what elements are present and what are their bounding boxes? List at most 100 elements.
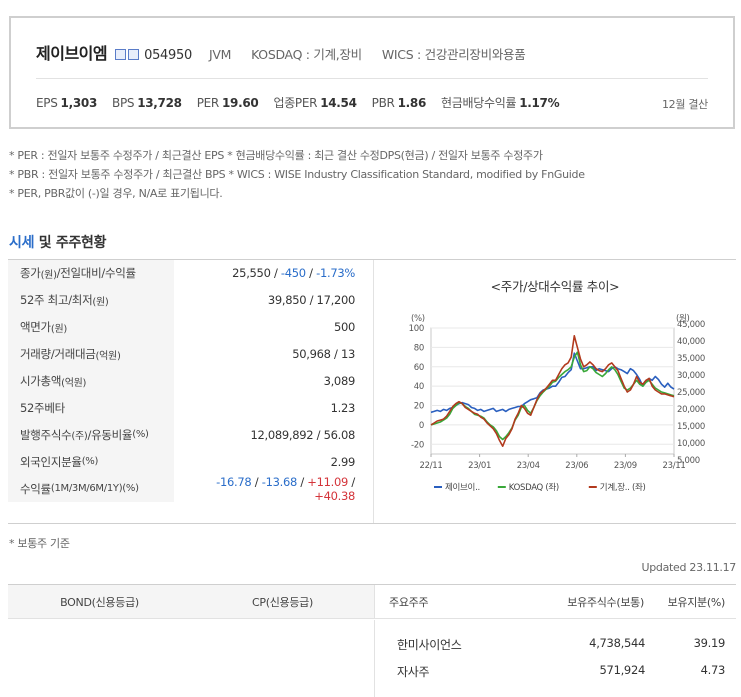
- table-row: 액면가 (원) 500: [8, 313, 373, 341]
- return-3m: -13.68: [261, 474, 298, 489]
- label-unit: (%): [132, 429, 149, 441]
- ratio-label-eps: EPS: [36, 96, 58, 110]
- label-unit: (원): [40, 269, 57, 281]
- price-return-chart[interactable]: 100806040200-2045,00040,00035,00030,0002…: [374, 260, 737, 523]
- ratio-label-pbr: PBR: [371, 96, 395, 110]
- header-holder: 주요주주: [374, 585, 484, 618]
- row-label: 수익률 (1M/3M/6M/1Y)(%): [8, 475, 174, 503]
- holder-shares: 571,924: [599, 663, 646, 677]
- x-tick: 23/06: [565, 461, 588, 471]
- holder-name: 자사주: [397, 665, 430, 679]
- y-left-tick: 40: [414, 382, 424, 392]
- row-value: 25,550 / -450 / -1.73%: [174, 266, 373, 280]
- holder-name: 한미사이언스: [397, 638, 462, 652]
- separator: /: [251, 474, 262, 489]
- table-row: 자사주 571,924 4.73: [375, 663, 736, 680]
- notes: * PER : 전일자 보통주 수정주가 / 최근결산 EPS * 현금배당수익…: [9, 146, 585, 203]
- table-row: 발행주식수 (주)/유동비율 (%) 12,089,892 / 56.08: [8, 421, 373, 449]
- label-unit: (원): [92, 296, 109, 308]
- y-left-tick: 0: [419, 421, 424, 431]
- company-line: 제이브이엠 054950 JVM KOSDAQ : 기계,장비 WICS : 건…: [36, 40, 526, 64]
- row-value: 39,850 / 17,200: [267, 293, 355, 308]
- bond-cp-body: [8, 620, 374, 697]
- separator: /: [348, 474, 355, 489]
- row-value: 50,968 / 13: [292, 347, 355, 362]
- price-section: 종가 (원)/전일대비/수익률 25,550 / -450 / -1.73% 52…: [8, 259, 736, 524]
- header-pct: 보유지분(%): [644, 585, 736, 618]
- label-text: 액면가: [20, 320, 51, 335]
- label-text: 외국인지분율: [20, 454, 82, 469]
- x-tick: 23/09: [614, 461, 637, 471]
- row-value: 2.99: [330, 454, 356, 469]
- label-text: 종가: [20, 266, 41, 281]
- ratio-line: EPS 1,303 BPS 13,728 PER 19.60 업종PER 14.54 P…: [36, 94, 574, 111]
- holder-pct: 4.73: [700, 663, 726, 677]
- label-unit: (원): [50, 323, 67, 335]
- row-label: 52주 최고/최저 (원): [8, 286, 174, 314]
- ratio-label-per: PER: [196, 96, 220, 110]
- series-line-2: [430, 351, 675, 441]
- company-name: 제이브이엠: [36, 44, 108, 63]
- y-right-tick: 30,000: [677, 371, 705, 381]
- close-price: 25,550: [232, 266, 271, 281]
- table-row: 거래량/거래대금 (억원) 50,968 / 13: [8, 340, 373, 368]
- divider: [36, 78, 708, 79]
- row-label: 52주베타: [8, 394, 174, 422]
- holder-shares: 4,738,544: [589, 636, 645, 650]
- row-label: 종가 (원)/전일대비/수익률: [8, 260, 174, 287]
- label-text: 수익률: [20, 481, 51, 496]
- bottom-table-header: BOND(신용등급) CP(신용등급) 주요주주 보유주식수(보통) 보유지분(…: [8, 585, 736, 619]
- ratio-label-dividend: 현금배당수익률: [441, 96, 517, 110]
- label-text: 발행주식수: [20, 427, 72, 442]
- price-change-rate: -1.73%: [316, 266, 355, 281]
- y-left-tick: 60: [414, 363, 424, 373]
- table-row: 시가총액 (억원) 3,089: [8, 367, 373, 395]
- section-title: 시세 및 주주현황: [9, 232, 107, 252]
- home-icon[interactable]: [115, 49, 127, 60]
- row-label: 거래량/거래대금 (억원): [8, 340, 174, 368]
- ratio-value-eps: 1,303: [60, 96, 98, 110]
- label-text: 52주베타: [20, 400, 65, 415]
- market-sector: KOSDAQ : 기계,장비: [251, 47, 362, 62]
- legend-label: KOSDAQ (좌): [509, 483, 559, 493]
- return-1m: -16.78: [216, 474, 252, 489]
- ratio-value-pbr: 1.86: [397, 96, 427, 110]
- ratio-value-sector-per: 14.54: [320, 96, 357, 110]
- row-label: 액면가 (원): [8, 313, 174, 341]
- english-name: JVM: [208, 47, 232, 62]
- series-line-3: [430, 335, 675, 447]
- label-unit: (%): [81, 456, 99, 468]
- header-shares: 보유주식수(보통): [484, 585, 644, 618]
- note-line: * PBR : 전일자 보통주 수정주가 / 최근결산 BPS * WICS :…: [9, 168, 585, 181]
- section-title-rest: 및 주주현황: [34, 235, 107, 251]
- y-left-tick: 20: [414, 402, 424, 412]
- row-label: 시가총액 (억원): [8, 367, 174, 395]
- label-text: 52주 최고/최저: [20, 293, 93, 308]
- table-row: 52주 최고/최저 (원) 39,850 / 17,200: [8, 286, 373, 314]
- row-label: 외국인지분율 (%): [8, 448, 174, 476]
- building-icon[interactable]: [128, 49, 140, 60]
- return-1y: +40.38: [314, 488, 355, 503]
- holders-body: 한미사이언스 4,738,544 39.19 자사주 571,924 4.73: [374, 620, 736, 697]
- table-row: 종가 (원)/전일대비/수익률 25,550 / -450 / -1.73%: [8, 260, 373, 287]
- footnote: * 보통주 기준: [9, 537, 70, 550]
- y-right-tick: 35,000: [677, 354, 705, 364]
- x-tick: 23/01: [468, 461, 491, 471]
- note-line: * PER, PBR값이 (-)일 경우, N/A로 표기됩니다.: [9, 187, 223, 200]
- separator: /: [297, 474, 308, 489]
- y-right-tick: 15,000: [677, 422, 705, 432]
- holder-pct: 39.19: [693, 636, 726, 650]
- table-row: 한미사이언스 4,738,544 39.19: [375, 636, 736, 653]
- separator: /: [305, 266, 317, 281]
- y-right-label: (원): [676, 314, 690, 324]
- x-tick: 23/04: [517, 461, 540, 471]
- ratio-label-bps: BPS: [112, 96, 135, 110]
- chart-area: <주가/상대수익률 추이> 100 80 60 40 20 0 -20 45,000 40,00…: [373, 260, 736, 523]
- price-change: -450: [280, 266, 306, 281]
- x-tick: 23/11: [663, 461, 686, 471]
- x-tick: 22/11: [420, 461, 443, 471]
- y-left-tick: 100: [409, 324, 424, 334]
- return-6m: +11.09: [307, 474, 349, 489]
- legend-label: 기계,장.. (좌): [600, 482, 646, 493]
- row-label: 발행주식수 (주)/유동비율 (%): [8, 421, 174, 449]
